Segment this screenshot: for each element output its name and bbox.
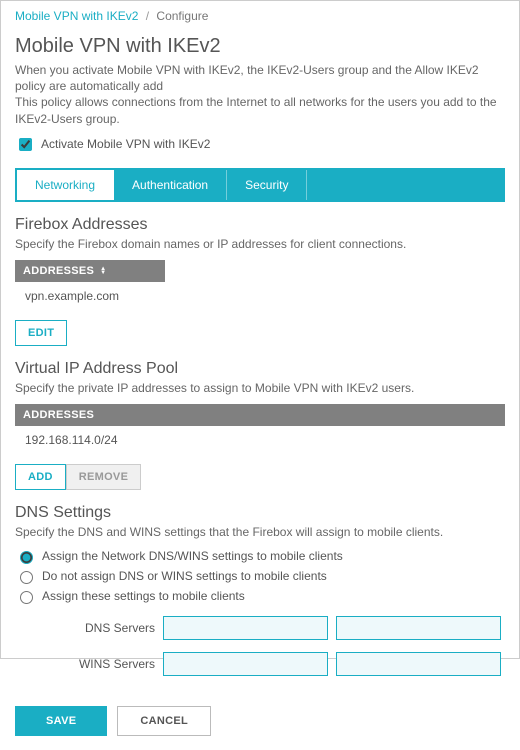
vip-table-header[interactable]: ADDRESSES <box>15 404 505 426</box>
dns-radio-custom-label: Assign these settings to mobile clients <box>42 589 245 603</box>
vip-col-label: ADDRESSES <box>23 409 94 421</box>
firebox-col-label: ADDRESSES <box>23 265 94 277</box>
dns-server-2-input[interactable] <box>336 616 501 640</box>
firebox-table-header[interactable]: ADDRESSES ▲▼ <box>15 260 165 282</box>
firebox-desc: Specify the Firebox domain names or IP a… <box>15 236 505 252</box>
tab-authentication[interactable]: Authentication <box>114 170 227 200</box>
dns-server-1-input[interactable] <box>163 616 328 640</box>
vip-table-row[interactable]: 192.168.114.0/24 <box>15 426 505 454</box>
add-button[interactable]: ADD <box>15 464 66 490</box>
breadcrumb-link[interactable]: Mobile VPN with IKEv2 <box>15 9 138 23</box>
breadcrumb-current: Configure <box>156 9 208 23</box>
dns-radio-group: Assign the Network DNS/WINS settings to … <box>15 548 505 604</box>
dns-radio-none[interactable] <box>20 571 33 584</box>
tab-bar: Networking Authentication Security <box>15 168 505 202</box>
firebox-heading: Firebox Addresses <box>15 216 505 234</box>
dns-radio-network-label: Assign the Network DNS/WINS settings to … <box>42 549 343 563</box>
activate-checkbox[interactable] <box>19 138 32 151</box>
remove-button[interactable]: REMOVE <box>66 464 141 490</box>
sort-icon: ▲▼ <box>100 267 106 275</box>
tab-filler <box>307 170 503 200</box>
tab-security[interactable]: Security <box>227 170 307 200</box>
page-description: When you activate Mobile VPN with IKEv2,… <box>15 62 505 127</box>
vip-desc: Specify the private IP addresses to assi… <box>15 380 505 396</box>
breadcrumb-sep: / <box>146 9 149 23</box>
wins-server-1-input[interactable] <box>163 652 328 676</box>
wins-servers-label: WINS Servers <box>25 657 155 671</box>
save-button[interactable]: SAVE <box>15 706 107 736</box>
dns-heading: DNS Settings <box>15 504 505 522</box>
tab-networking[interactable]: Networking <box>17 170 114 200</box>
activate-label: Activate Mobile VPN with IKEv2 <box>41 137 210 151</box>
vip-heading: Virtual IP Address Pool <box>15 360 505 378</box>
dns-servers-label: DNS Servers <box>25 621 155 635</box>
dns-desc: Specify the DNS and WINS settings that t… <box>15 524 505 540</box>
edit-button[interactable]: EDIT <box>15 320 67 346</box>
cancel-button[interactable]: CANCEL <box>117 706 211 736</box>
page-title: Mobile VPN with IKEv2 <box>15 35 505 58</box>
dns-radio-none-label: Do not assign DNS or WINS settings to mo… <box>42 569 327 583</box>
dns-radio-network[interactable] <box>20 551 33 564</box>
dns-radio-custom[interactable] <box>20 591 33 604</box>
firebox-table-row[interactable]: vpn.example.com <box>15 282 505 310</box>
breadcrumb: Mobile VPN with IKEv2 / Configure <box>15 9 505 27</box>
wins-server-2-input[interactable] <box>336 652 501 676</box>
